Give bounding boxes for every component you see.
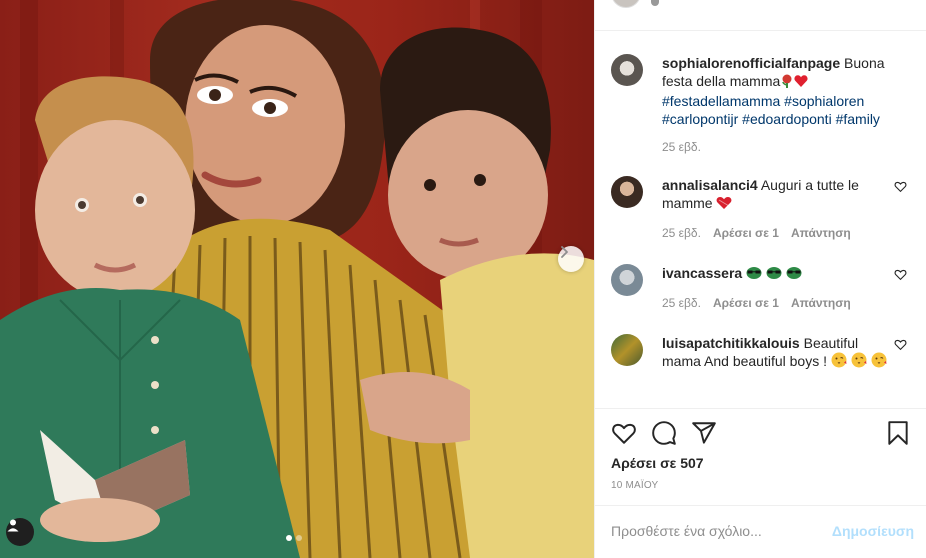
caption-row: sophialorenofficialfanpage Buona festa d… — [611, 54, 911, 164]
kiss-emoji-icon — [851, 352, 867, 372]
comment-timestamp[interactable]: 25 εβδ. — [662, 226, 701, 240]
rose-emoji-icon — [780, 74, 794, 92]
caption-meta: 25 εβδ. — [662, 140, 892, 154]
sunglasses-emoji-icon — [766, 266, 782, 284]
commenter-username[interactable]: annalisalanci4 — [662, 177, 758, 193]
carousel-indicator — [286, 535, 302, 541]
kiss-emoji-icon — [871, 352, 887, 372]
author-avatar[interactable] — [611, 54, 643, 86]
header-avatar[interactable] — [611, 0, 641, 8]
share-icon[interactable] — [691, 420, 717, 446]
comment-meta: 25 εβδ. Αρέσει σε 1 Απάντηση — [662, 226, 892, 240]
hashtag-link[interactable]: #festadellamamma — [662, 93, 780, 109]
comment-likes-link[interactable]: Αρέσει σε 1 — [713, 226, 779, 240]
header-username-stub — [651, 0, 659, 6]
like-comment-heart-icon[interactable] — [894, 180, 907, 193]
hashtag-link[interactable]: #edoardoponti — [742, 111, 832, 127]
add-comment-input[interactable] — [611, 523, 821, 539]
caption-text-block: sophialorenofficialfanpage Buona festa d… — [662, 54, 892, 154]
next-image-button[interactable] — [558, 246, 584, 272]
comment-timestamp[interactable]: 25 εβδ. — [662, 296, 701, 310]
post-photo[interactable] — [0, 0, 594, 558]
post-comment-button[interactable]: Δημοσίευση — [832, 523, 914, 539]
red-heart-emoji-icon — [794, 74, 808, 92]
heart-emoji-icon — [716, 196, 732, 214]
post-actions-bar — [611, 420, 911, 446]
comment-row: annalisalanci4 Auguri a tutte le mamme 2… — [611, 176, 911, 246]
comment-text-block: annalisalanci4 Auguri a tutte le mamme 2… — [662, 176, 892, 240]
carousel-dot-active — [286, 535, 292, 541]
user-tag-icon — [7, 519, 19, 532]
hashtag-link[interactable]: #sophialoren — [784, 93, 864, 109]
photo-illustration — [0, 0, 594, 558]
commenter-avatar[interactable] — [611, 334, 643, 366]
comment-likes-link[interactable]: Αρέσει σε 1 — [713, 296, 779, 310]
like-comment-heart-icon[interactable] — [894, 338, 907, 351]
caption-timestamp[interactable]: 25 εβδ. — [662, 140, 701, 154]
reply-button[interactable]: Απάντηση — [791, 226, 851, 240]
comment-icon[interactable] — [651, 420, 677, 446]
post-date[interactable]: 10 ΜΑΪΟΥ — [611, 480, 658, 491]
likes-count[interactable]: Αρέσει σε 507 — [611, 455, 704, 471]
comment-meta: 25 εβδ. Αρέσει σε 1 Απάντηση — [662, 296, 892, 310]
like-comment-heart-icon[interactable] — [894, 268, 907, 281]
heart-icon[interactable] — [611, 420, 637, 446]
post-details-panel: sophialorenofficialfanpage Buona festa d… — [594, 0, 926, 558]
reply-button[interactable]: Απάντηση — [791, 296, 851, 310]
kiss-emoji-icon — [831, 352, 847, 372]
commenter-username[interactable]: ivancassera — [662, 265, 742, 281]
comments-list[interactable]: sophialorenofficialfanpage Buona festa d… — [595, 40, 926, 408]
commenter-username[interactable]: luisapatchitikkalouis — [662, 335, 800, 351]
hashtag-link[interactable]: #carlopontijr — [662, 111, 738, 127]
bookmark-icon[interactable] — [885, 420, 911, 446]
divider — [595, 505, 926, 506]
divider — [595, 408, 926, 409]
comment-text-block: luisapatchitikkalouis Beautiful mama And… — [662, 334, 892, 372]
commenter-avatar[interactable] — [611, 264, 643, 296]
sunglasses-emoji-icon — [786, 266, 802, 284]
comment-text-block: ivancassera 25 εβδ. Αρέσει σε 1 Απάντηση — [662, 264, 892, 310]
tagged-users-button[interactable] — [6, 518, 34, 546]
carousel-dot — [296, 535, 302, 541]
chevron-right-icon — [561, 246, 568, 258]
comment-row: ivancassera 25 εβδ. Αρέσει σε 1 Απάντηση — [611, 264, 911, 324]
sunglasses-emoji-icon — [746, 266, 762, 284]
comment-row: luisapatchitikkalouis Beautiful mama And… — [611, 334, 911, 404]
author-username[interactable]: sophialorenofficialfanpage — [662, 55, 840, 71]
divider — [595, 30, 926, 31]
commenter-avatar[interactable] — [611, 176, 643, 208]
hashtag-link[interactable]: #family — [836, 111, 880, 127]
